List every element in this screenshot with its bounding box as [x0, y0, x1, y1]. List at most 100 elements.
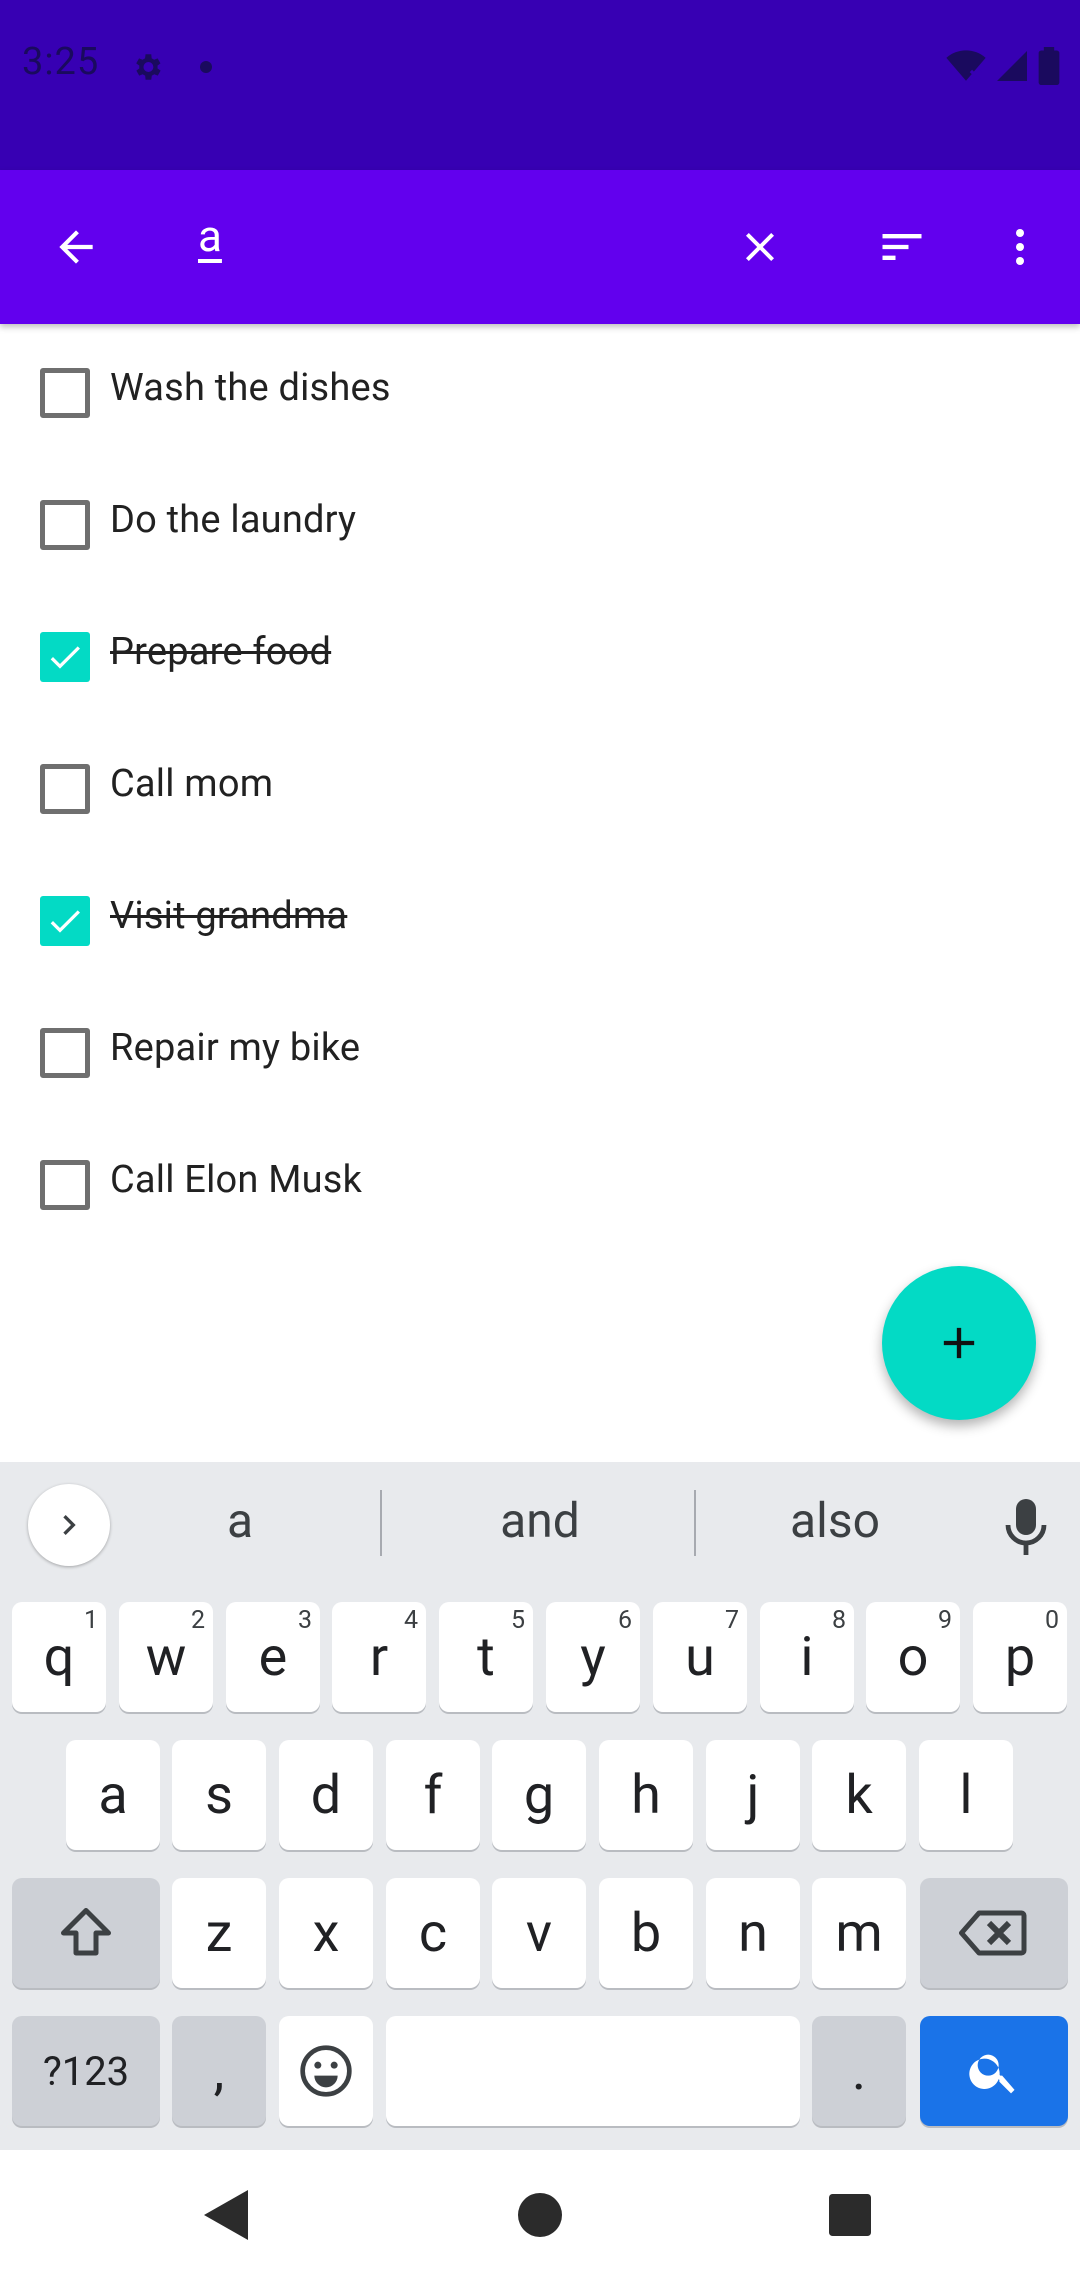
task-item[interactable]: Prepare food: [0, 588, 1080, 720]
cell-signal-icon: [997, 51, 1027, 81]
voice-input-button[interactable]: [996, 1492, 1056, 1562]
suggestion-divider: [380, 1490, 382, 1556]
search-key[interactable]: [920, 2016, 1068, 2126]
task-label: Visit grandma: [110, 894, 348, 938]
key-z[interactable]: z: [172, 1878, 266, 1988]
task-checkbox[interactable]: [40, 1160, 90, 1210]
key-u[interactable]: u7: [653, 1602, 747, 1712]
mic-icon: [1005, 1499, 1047, 1555]
close-icon: [746, 233, 774, 261]
task-label: Call mom: [110, 762, 274, 806]
task-label: Wash the dishes: [110, 366, 391, 410]
key-f[interactable]: f: [386, 1740, 480, 1850]
key-m[interactable]: m: [812, 1878, 906, 1988]
nav-home-button[interactable]: [490, 2150, 590, 2280]
check-icon: [50, 910, 80, 933]
search-toolbar: a: [0, 170, 1080, 324]
plus-icon: [943, 1327, 975, 1359]
key-g[interactable]: g: [492, 1740, 586, 1850]
task-checkbox[interactable]: [40, 764, 90, 814]
emoji-icon: [300, 2045, 352, 2097]
battery-icon: [1038, 47, 1060, 85]
key-o[interactable]: o9: [866, 1602, 960, 1712]
key-e[interactable]: e3: [226, 1602, 320, 1712]
settings-gear-icon: [136, 54, 161, 80]
key-j[interactable]: j: [706, 1740, 800, 1850]
sort-button[interactable]: [862, 170, 942, 324]
task-checkbox-checked[interactable]: [40, 896, 90, 946]
key-v[interactable]: v: [492, 1878, 586, 1988]
task-item[interactable]: Call mom: [0, 720, 1080, 852]
space-key[interactable]: [386, 2016, 800, 2126]
key-p[interactable]: p0: [973, 1602, 1067, 1712]
circle-home-icon: [518, 2193, 562, 2237]
status-bar: 3:25: [0, 0, 1080, 170]
key-y[interactable]: y6: [546, 1602, 640, 1712]
key-t[interactable]: t5: [439, 1602, 533, 1712]
key-r[interactable]: r4: [332, 1602, 426, 1712]
task-label: Prepare food: [110, 630, 332, 674]
notification-dot-icon: [200, 61, 212, 73]
suggestion-item[interactable]: a: [160, 1492, 320, 1549]
key-h[interactable]: h: [599, 1740, 693, 1850]
nav-recents-button[interactable]: [800, 2150, 900, 2280]
key-l[interactable]: l: [919, 1740, 1013, 1850]
suggestion-item[interactable]: and: [440, 1492, 640, 1549]
key-d[interactable]: d: [279, 1740, 373, 1850]
task-list: Wash the dishes Do the laundry Prepare f…: [0, 324, 1080, 1248]
square-recents-icon: [829, 2194, 871, 2236]
task-item[interactable]: Visit grandma: [0, 852, 1080, 984]
soft-keyboard: a and also q1 w2 e3 r4 t5 y6 u7 i8 o9 p0…: [0, 1462, 1080, 2150]
backspace-key[interactable]: [920, 1878, 1068, 1988]
shift-arrow-icon: [61, 1908, 111, 1956]
period-key[interactable]: .: [812, 2016, 906, 2126]
task-label: Do the laundry: [110, 498, 357, 542]
task-checkbox-checked[interactable]: [40, 632, 90, 682]
key-q[interactable]: q1: [12, 1602, 106, 1712]
task-checkbox[interactable]: [40, 1028, 90, 1078]
key-w[interactable]: w2: [119, 1602, 213, 1712]
clear-search-button[interactable]: [720, 170, 800, 324]
suggestion-bar: a and also: [0, 1462, 1080, 1584]
triangle-back-icon: [204, 2190, 248, 2240]
key-i[interactable]: i8: [760, 1602, 854, 1712]
task-item[interactable]: Repair my bike: [0, 984, 1080, 1116]
nav-back-button[interactable]: [176, 2150, 276, 2280]
sort-icon: [882, 234, 922, 260]
chevron-right-icon: [63, 1515, 76, 1535]
arrow-back-icon: [59, 230, 93, 264]
back-button[interactable]: [36, 170, 116, 324]
wifi-icon: [946, 50, 986, 82]
task-item[interactable]: Do the laundry: [0, 456, 1080, 588]
suggestion-item[interactable]: also: [740, 1492, 930, 1549]
status-icons: [946, 46, 1060, 86]
key-x[interactable]: x: [279, 1878, 373, 1988]
more-vert-icon: [1016, 229, 1024, 265]
key-n[interactable]: n: [706, 1878, 800, 1988]
task-checkbox[interactable]: [40, 500, 90, 550]
app-screen: 3:25 a Wash the dishes Do the laundry Pr…: [0, 0, 1080, 2280]
task-label: Repair my bike: [110, 1026, 361, 1070]
task-label: Call Elon Musk: [110, 1158, 363, 1202]
search-input[interactable]: a: [198, 210, 222, 262]
key-a[interactable]: a: [66, 1740, 160, 1850]
add-task-button[interactable]: [882, 1266, 1036, 1420]
search-icon: [969, 2054, 1015, 2094]
task-item[interactable]: Call Elon Musk: [0, 1116, 1080, 1248]
key-c[interactable]: c: [386, 1878, 480, 1988]
status-time: 3:25: [22, 40, 100, 84]
more-options-button[interactable]: [980, 170, 1060, 324]
shift-key[interactable]: [12, 1878, 160, 1988]
key-s[interactable]: s: [172, 1740, 266, 1850]
check-icon: [50, 646, 80, 669]
system-nav-bar: [0, 2150, 1080, 2280]
symbols-key[interactable]: ?123: [12, 2016, 160, 2126]
emoji-key[interactable]: [279, 2016, 373, 2126]
key-b[interactable]: b: [599, 1878, 693, 1988]
task-checkbox[interactable]: [40, 368, 90, 418]
task-item[interactable]: Wash the dishes: [0, 324, 1080, 456]
expand-toolbar-button[interactable]: [28, 1484, 110, 1566]
comma-key[interactable]: ,: [172, 2016, 266, 2126]
suggestion-divider: [694, 1490, 696, 1556]
key-k[interactable]: k: [812, 1740, 906, 1850]
